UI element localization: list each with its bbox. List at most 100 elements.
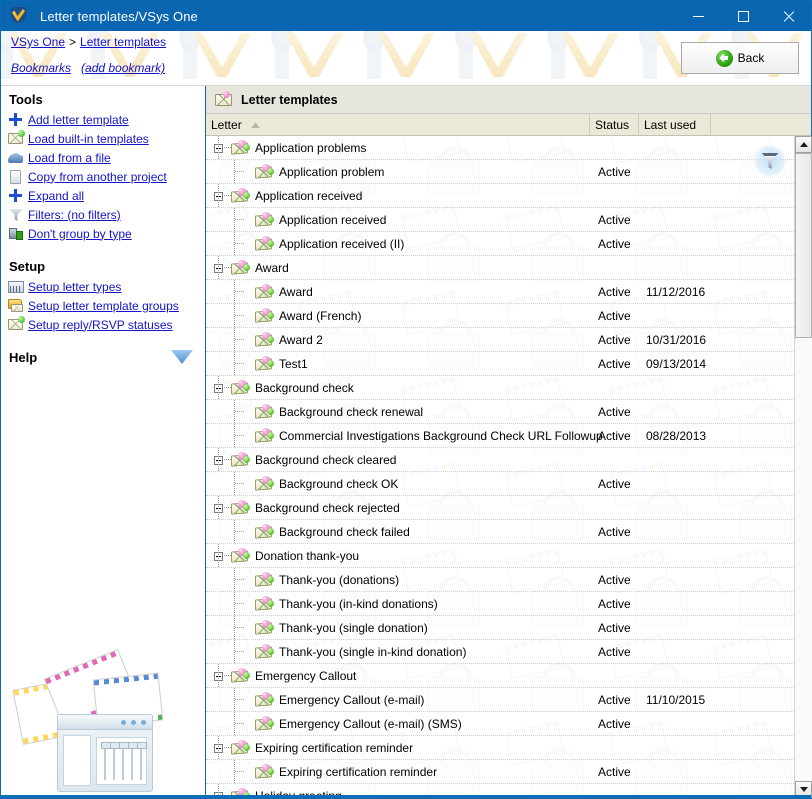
sidebar-item-label[interactable]: Add letter template <box>28 113 129 127</box>
sidebar-item-add-letter-template[interactable]: Add letter template <box>1 110 205 129</box>
table-row[interactable]: Application problem Active <box>206 160 794 184</box>
table-row[interactable]: Thank-you (single in-kind donation) Activ… <box>206 640 794 664</box>
table-row[interactable]: Thank-you (single donation) Active <box>206 616 794 640</box>
tree-connector <box>235 171 244 172</box>
table-row[interactable]: Application received <box>206 184 794 208</box>
add-bookmark-link[interactable]: (add bookmark) <box>81 61 165 75</box>
back-button[interactable]: Back <box>681 42 799 74</box>
table-row[interactable]: Expiring certification reminder Active <box>206 760 794 784</box>
row-label: Emergency Callout <box>255 668 357 683</box>
row-status: Active <box>598 644 631 659</box>
filter-funnel-icon[interactable] <box>754 145 786 177</box>
row-status: Active <box>598 404 631 419</box>
scrollbar-thumb[interactable] <box>795 153 812 338</box>
table-row[interactable]: Application received Active <box>206 208 794 232</box>
table-row[interactable]: Emergency Callout <box>206 664 794 688</box>
status-line <box>1 795 811 798</box>
sidebar-item-load-built-in-templates[interactable]: Load built-in templates <box>1 129 205 148</box>
sidebar-item-filters[interactable]: Filters: (no filters) <box>1 205 205 224</box>
sidebar-item-label[interactable]: Setup reply/RSVP statuses <box>28 318 173 332</box>
table-icon <box>7 278 25 295</box>
sidebar-item-dont-group-by-type[interactable]: Don't group by type <box>1 224 205 243</box>
scroll-up-button[interactable] <box>795 136 812 153</box>
sidebar-item-label[interactable]: Load from a file <box>28 151 111 165</box>
app-window: Letter templates/VSys One VSys One > Lette… <box>0 0 812 799</box>
sidebar-item-label[interactable]: Load built-in templates <box>28 132 149 146</box>
minimize-button[interactable] <box>676 1 721 31</box>
window-title: Letter templates/VSys One <box>40 8 198 24</box>
row-label: Emergency Callout (e-mail) <box>279 692 425 707</box>
row-label: Background check <box>255 380 354 395</box>
table-row[interactable]: Background check failed Active <box>206 520 794 544</box>
triangle-down-icon <box>799 787 808 792</box>
table-row[interactable]: Thank-you (donations) Active <box>206 568 794 592</box>
watermark-logo-tile <box>451 31 537 85</box>
table-row[interactable]: Expiring certification reminder <box>206 736 794 760</box>
tree-gutter <box>206 592 246 615</box>
letter-templates-tree[interactable]: Application problems Application problem A… <box>206 136 794 798</box>
sidebar-item-setup-reply-rsvp-statuses[interactable]: Setup reply/RSVP statuses <box>1 315 205 334</box>
close-button[interactable] <box>766 1 811 31</box>
tree-vline <box>218 376 219 399</box>
maximize-button[interactable] <box>721 1 766 31</box>
letter-template-icon <box>254 212 274 227</box>
tree-gutter <box>206 616 246 639</box>
column-header-last-used[interactable]: Last used <box>638 113 710 136</box>
vertical-scrollbar[interactable] <box>794 136 812 798</box>
sidebar-item-label[interactable]: Don't group by type <box>28 227 132 241</box>
table-row[interactable]: Award (French) Active <box>206 304 794 328</box>
table-row[interactable]: Test1 Active 09/13/2014 <box>206 352 794 376</box>
table-row[interactable]: Emergency Callout (e-mail) Active 11/10/20… <box>206 688 794 712</box>
tree-gutter <box>206 688 246 711</box>
table-row[interactable]: Award <box>206 256 794 280</box>
letter-template-icon <box>254 692 274 707</box>
table-row[interactable]: Background check <box>206 376 794 400</box>
sidebar-item-label[interactable]: Setup letter template groups <box>28 299 179 313</box>
letter-template-icon <box>254 620 274 635</box>
table-row[interactable]: Donation thank-you <box>206 544 794 568</box>
sidebar-item-load-from-a-file[interactable]: Load from a file <box>1 148 205 167</box>
table-row[interactable]: Commercial Investigations Background Che… <box>206 424 794 448</box>
bookmarks-link[interactable]: Bookmarks <box>11 61 71 75</box>
sidebar-item-setup-letter-types[interactable]: Setup letter types <box>1 277 205 296</box>
chevron-down-icon[interactable] <box>171 350 193 364</box>
tree-vline <box>218 496 219 519</box>
sidebar-item-expand-all[interactable]: Expand all <box>1 186 205 205</box>
sidebar-item-label[interactable]: Setup letter types <box>28 280 121 294</box>
table-row[interactable]: Application received (II) Active <box>206 232 794 256</box>
sidebar-item-copy-from-another-project[interactable]: Copy from another project <box>1 167 205 186</box>
sidebar-item-label[interactable]: Expand all <box>28 189 84 203</box>
sidebar-item-setup-letter-template-groups[interactable]: Setup letter template groups <box>1 296 205 315</box>
table-row[interactable]: Emergency Callout (e-mail) (SMS) Active <box>206 712 794 736</box>
vsys-shield-check-icon <box>8 6 30 26</box>
table-row[interactable]: Background check cleared <box>206 448 794 472</box>
table-row[interactable]: Application problems <box>206 136 794 160</box>
row-label: Application received <box>255 188 363 203</box>
table-row[interactable]: Background check renewal Active <box>206 400 794 424</box>
row-last-used: 11/10/2015 <box>646 692 706 707</box>
sidebar-item-label[interactable]: Filters: (no filters) <box>28 208 121 222</box>
column-header-extra[interactable] <box>710 113 790 136</box>
plus-icon <box>7 111 25 128</box>
sidebar-item-label[interactable]: Copy from another project <box>28 170 167 184</box>
column-header-letter[interactable]: Letter <box>206 114 589 136</box>
table-row[interactable]: Award 2 Active 10/31/2016 <box>206 328 794 352</box>
table-row[interactable]: Background check rejected <box>206 496 794 520</box>
column-header-status[interactable]: Status <box>589 113 638 136</box>
row-status: Active <box>598 692 631 707</box>
tree-vline <box>218 256 219 279</box>
row-label: Application problem <box>279 164 385 179</box>
scrollbar-track[interactable] <box>795 153 812 781</box>
letter-template-icon <box>254 356 274 371</box>
tree-connector <box>235 243 244 244</box>
breadcrumb-current[interactable]: Letter templates <box>80 35 166 49</box>
row-label: Background check cleared <box>255 452 397 467</box>
tree-gutter <box>206 472 246 495</box>
table-row[interactable]: Background check OK Active <box>206 472 794 496</box>
table-row[interactable]: Award Active 11/12/2016 <box>206 280 794 304</box>
tree-connector <box>235 771 244 772</box>
row-status: Active <box>598 716 631 731</box>
row-status: Active <box>598 620 631 635</box>
table-row[interactable]: Thank-you (in-kind donations) Active <box>206 592 794 616</box>
breadcrumb-root[interactable]: VSys One <box>11 35 65 49</box>
